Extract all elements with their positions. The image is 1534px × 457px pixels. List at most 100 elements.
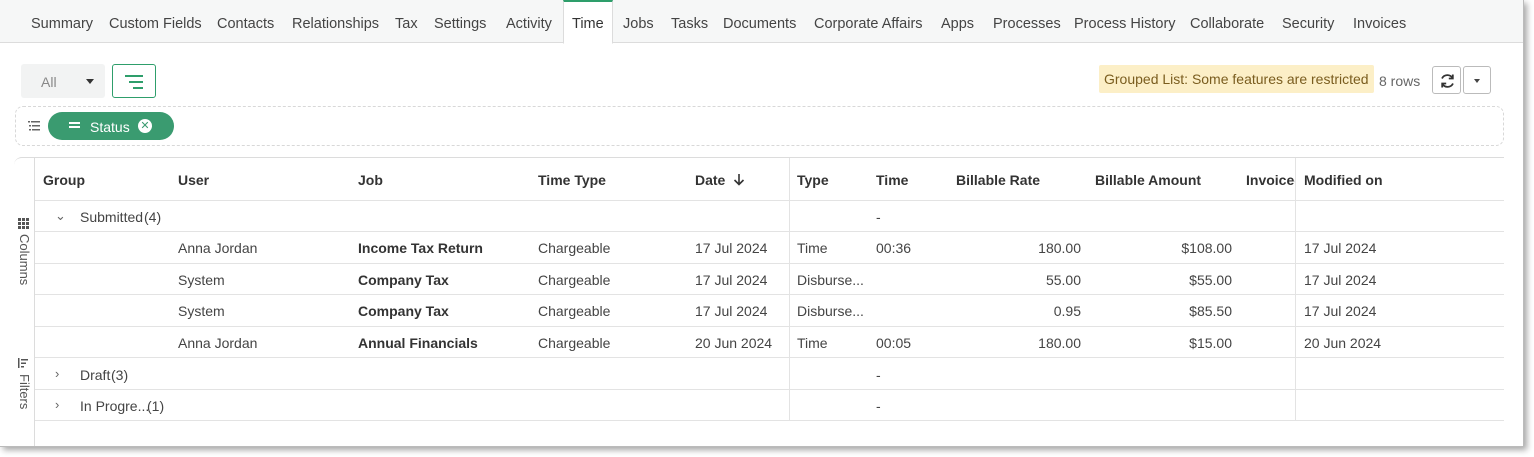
- column-header-date[interactable]: Date: [695, 158, 725, 200]
- row-divider: [35, 231, 1504, 232]
- cell-user: System: [178, 272, 225, 288]
- tab-activity[interactable]: Activity: [506, 0, 552, 43]
- column-header-user[interactable]: User: [178, 158, 209, 200]
- cell-user: Anna Jordan: [178, 335, 258, 351]
- cell-job[interactable]: Annual Financials: [358, 335, 478, 352]
- group-label: In Progre...: [80, 398, 150, 414]
- cell-type: Disburse...: [797, 303, 864, 319]
- cell-type: Time: [797, 240, 828, 256]
- tab-bar: Summary Custom Fields Contacts Relations…: [0, 0, 1523, 44]
- group-time-total: -: [876, 398, 881, 414]
- time-grid: Group User Job Time Type Date Type Time …: [35, 157, 1504, 446]
- chevron-down-icon[interactable]: ⌄: [55, 208, 66, 224]
- columns-panel-label: Columns: [17, 234, 32, 286]
- tab-corporate-affairs[interactable]: Corporate Affairs: [814, 0, 923, 43]
- pinned-divider: [1295, 158, 1296, 421]
- chevron-right-icon[interactable]: ›: [55, 397, 59, 412]
- cell-time-type: Chargeable: [538, 272, 611, 288]
- cell-job[interactable]: Income Tax Return: [358, 240, 483, 257]
- column-header-time[interactable]: Time: [876, 158, 908, 200]
- pinned-divider: [789, 158, 790, 421]
- row-divider: [35, 357, 1504, 358]
- cell-billable-rate: 180.00: [1038, 335, 1081, 351]
- cell-billable-amount: $85.50: [1189, 303, 1232, 319]
- window: Summary Custom Fields Contacts Relations…: [0, 0, 1524, 447]
- tab-process-history[interactable]: Process History: [1074, 0, 1176, 43]
- cell-time: 00:05: [876, 335, 912, 351]
- cell-modified-on: 17 Jul 2024: [1304, 240, 1377, 256]
- restricted-notice: Grouped List: Some features are restrict…: [1099, 65, 1374, 93]
- caret-down-icon: [1474, 79, 1480, 83]
- tab-tasks[interactable]: Tasks: [671, 0, 708, 43]
- row-divider: [35, 263, 1504, 264]
- column-header-time-type[interactable]: Time Type: [538, 158, 606, 200]
- filter-select[interactable]: All: [21, 64, 105, 98]
- chevron-right-icon[interactable]: ›: [55, 366, 59, 381]
- filter-icon: [18, 358, 28, 368]
- tab-settings[interactable]: Settings: [434, 0, 486, 43]
- tab-tax[interactable]: Tax: [395, 0, 418, 43]
- tab-documents[interactable]: Documents: [723, 0, 796, 43]
- tab-apps[interactable]: Apps: [941, 0, 974, 43]
- side-panel: Columns Filters: [14, 157, 35, 446]
- row-divider: [35, 200, 1504, 201]
- cell-billable-rate: 55.00: [1045, 272, 1081, 288]
- group-count: (3): [111, 367, 129, 383]
- column-header-group[interactable]: Group: [43, 158, 85, 200]
- cell-job[interactable]: Company Tax: [358, 272, 449, 289]
- cell-date: 17 Jul 2024: [695, 303, 768, 319]
- cell-type: Disburse...: [797, 272, 864, 288]
- list-indent-icon: [125, 75, 143, 77]
- tab-time[interactable]: Time: [563, 0, 613, 44]
- cell-user: Anna Jordan: [178, 240, 258, 256]
- row-divider: [35, 389, 1504, 390]
- column-header-type[interactable]: Type: [797, 158, 829, 200]
- column-header-billable-rate[interactable]: Billable Rate: [956, 158, 1040, 200]
- columns-grid-icon: [18, 218, 29, 229]
- cell-date: 17 Jul 2024: [695, 272, 768, 288]
- more-options-button[interactable]: [1463, 66, 1491, 94]
- cell-time-type: Chargeable: [538, 240, 611, 256]
- group-time-total: -: [876, 209, 881, 225]
- group-by-bar[interactable]: Status ✕: [15, 106, 1504, 146]
- cell-time-type: Chargeable: [538, 303, 611, 319]
- group-count: (4): [144, 209, 162, 225]
- tab-invoices[interactable]: Invoices: [1353, 0, 1406, 43]
- remove-chip-icon[interactable]: ✕: [138, 119, 152, 133]
- group-chip-label: Status: [90, 119, 130, 135]
- group-label: Submitted: [80, 209, 144, 225]
- group-count: (1): [147, 398, 165, 414]
- group-chip-status[interactable]: Status ✕: [48, 112, 174, 140]
- tab-custom-fields[interactable]: Custom Fields: [109, 0, 202, 43]
- row-count: 8 rows: [1379, 73, 1421, 89]
- cell-billable-amount: $15.00: [1189, 335, 1232, 351]
- filter-select-value: All: [41, 74, 57, 90]
- list-indent-icon-line: [133, 87, 143, 89]
- cell-user: System: [178, 303, 225, 319]
- tab-collaborate[interactable]: Collaborate: [1190, 0, 1264, 43]
- refresh-icon: [1441, 74, 1454, 88]
- cell-billable-amount: $55.00: [1189, 272, 1232, 288]
- column-header-job[interactable]: Job: [358, 158, 383, 200]
- tab-security[interactable]: Security: [1282, 0, 1334, 43]
- cell-date: 17 Jul 2024: [695, 240, 768, 256]
- group-time-total: -: [876, 367, 881, 383]
- cell-job[interactable]: Company Tax: [358, 303, 449, 320]
- row-divider: [35, 326, 1504, 327]
- drag-handle-icon[interactable]: [69, 122, 80, 130]
- tab-processes[interactable]: Processes: [993, 0, 1061, 43]
- column-header-billable-amount[interactable]: Billable Amount: [1095, 158, 1201, 200]
- filters-panel-label: Filters: [17, 374, 32, 410]
- refresh-button[interactable]: [1432, 66, 1461, 94]
- cell-time: 00:36: [876, 240, 912, 256]
- tab-jobs[interactable]: Jobs: [623, 0, 654, 43]
- tab-contacts[interactable]: Contacts: [217, 0, 274, 43]
- tab-relationships[interactable]: Relationships: [292, 0, 379, 43]
- cell-type: Time: [797, 335, 828, 351]
- column-header-invoiced[interactable]: Invoiced: [1246, 158, 1296, 200]
- group-list-button[interactable]: [112, 64, 156, 98]
- group-label: Draft: [80, 367, 111, 383]
- column-header-modified-on[interactable]: Modified on: [1304, 158, 1383, 200]
- cell-time-type: Chargeable: [538, 335, 611, 351]
- tab-summary[interactable]: Summary: [31, 0, 93, 43]
